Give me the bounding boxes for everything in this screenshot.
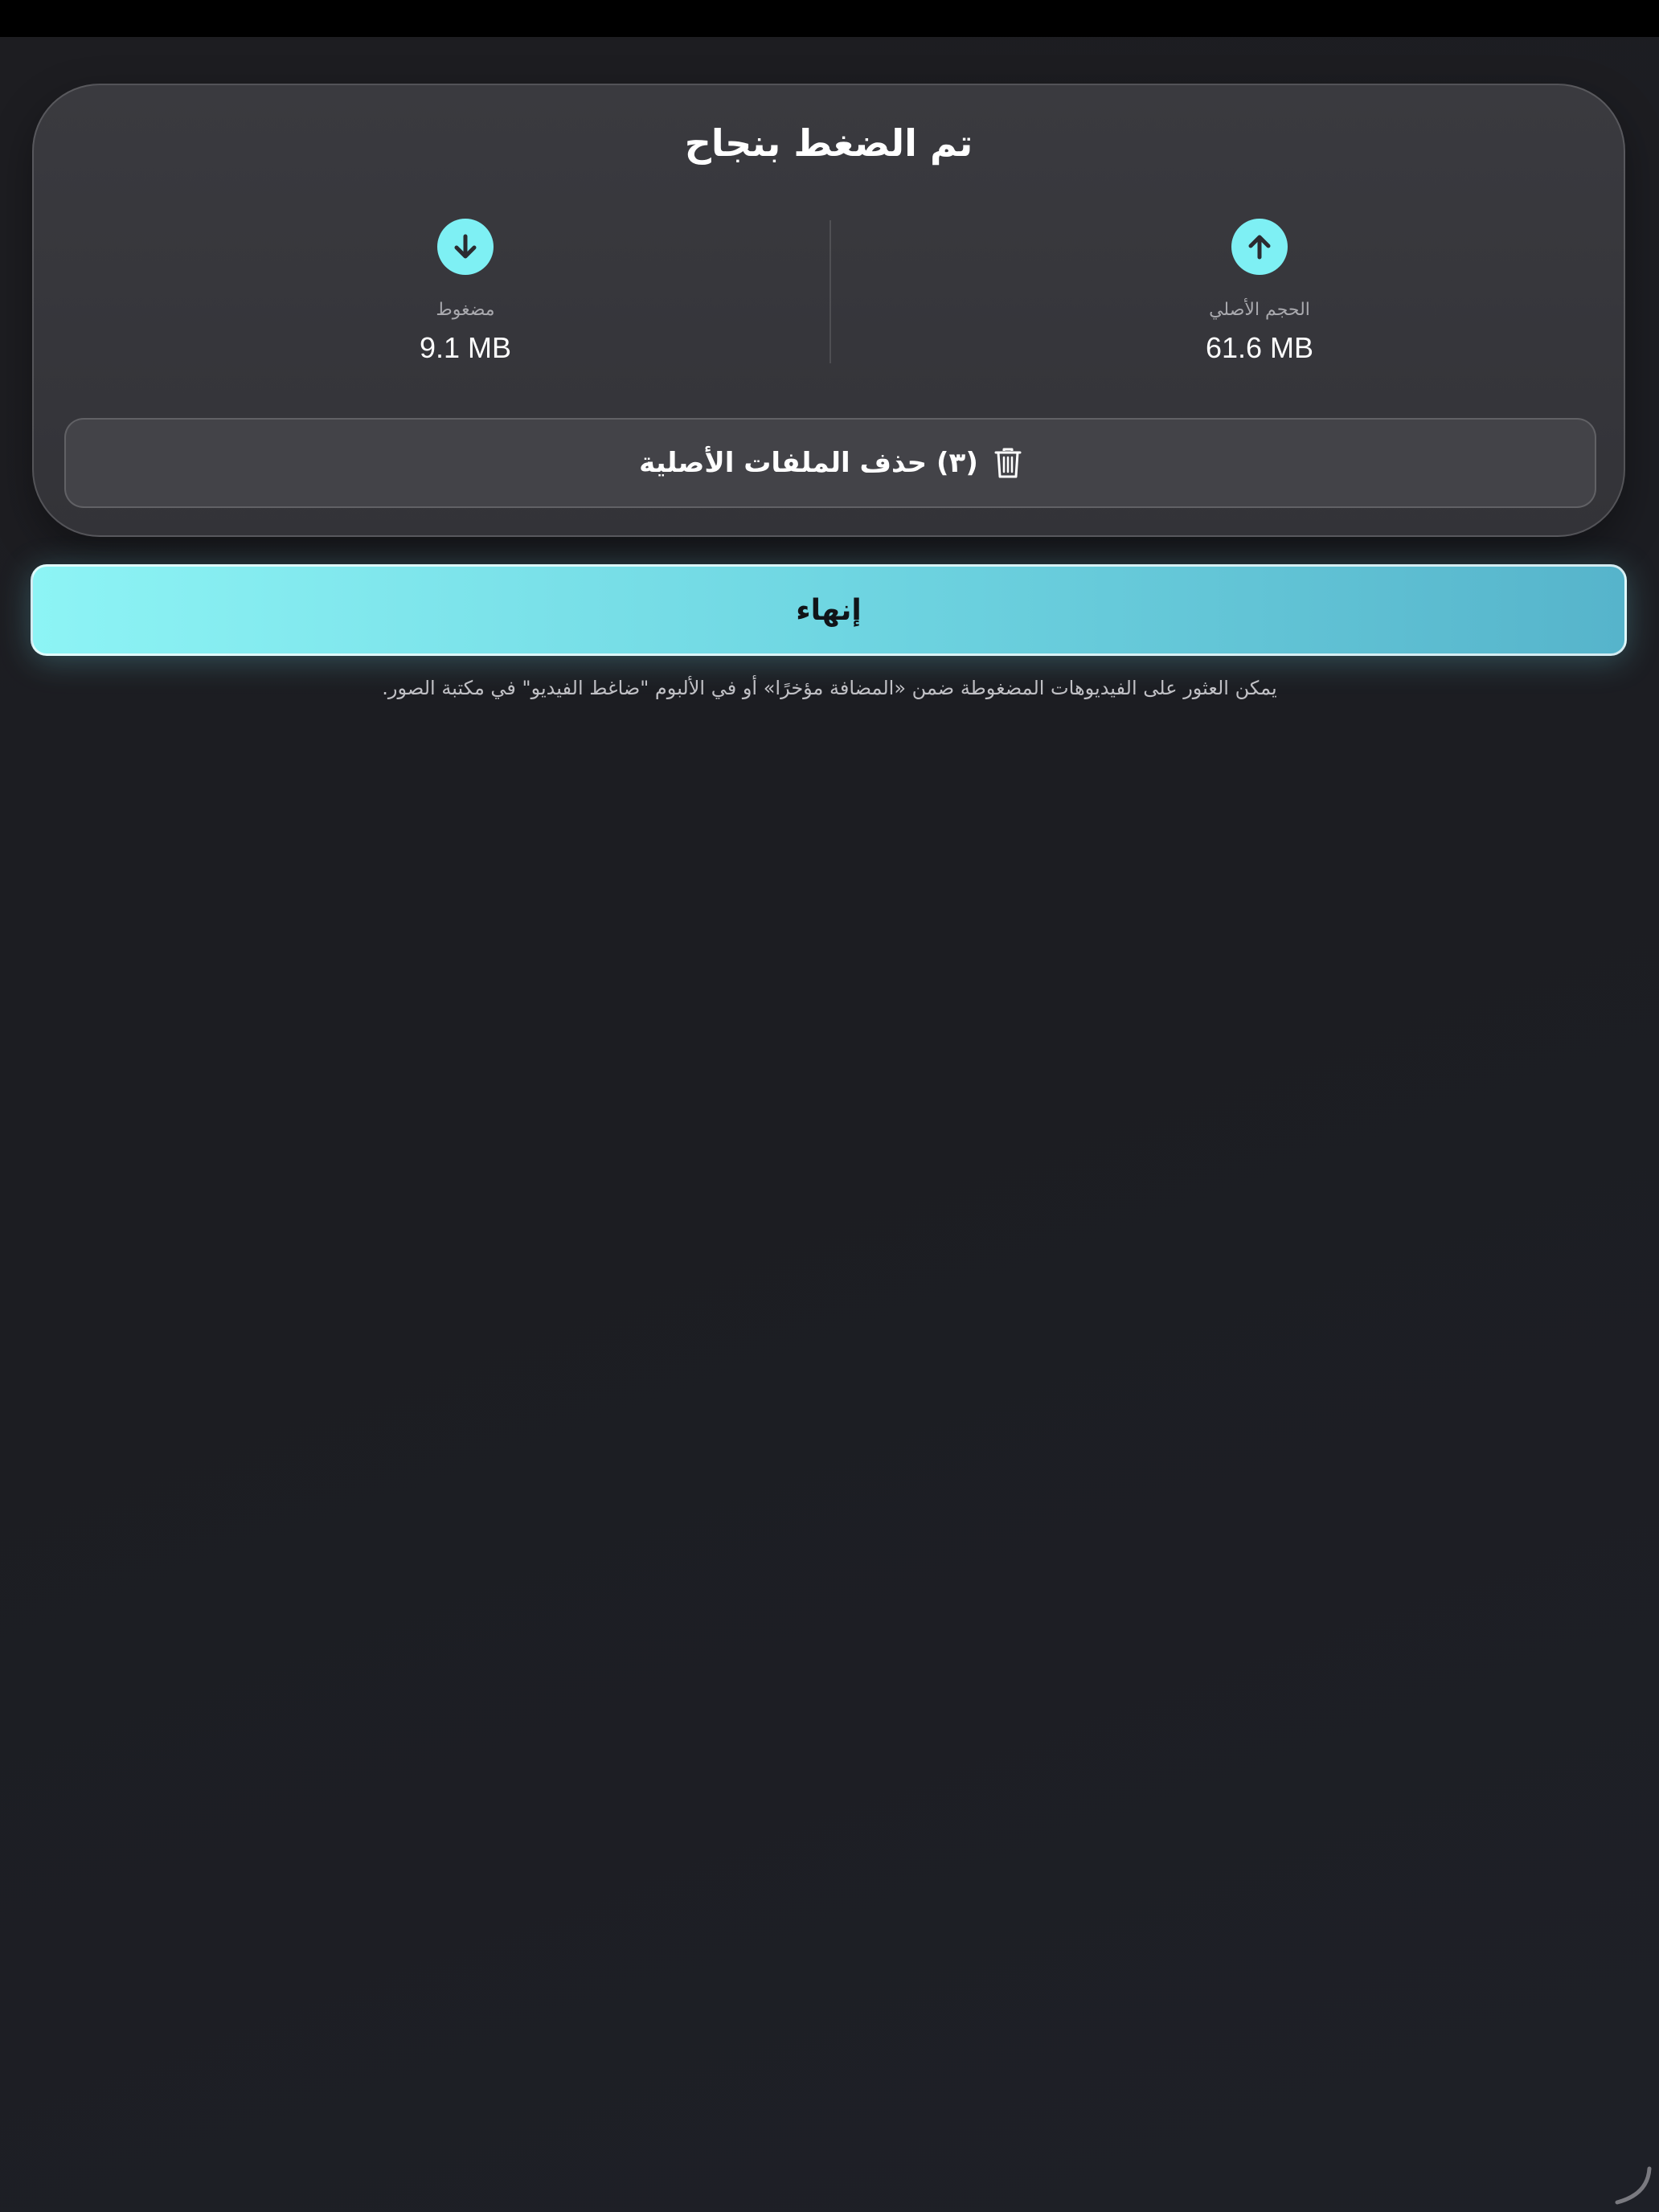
delete-originals-button[interactable]: (٣) حذف الملفات الأصلية — [64, 418, 1596, 508]
footer-note: يمكن العثور على الفيديوهات المضغوطة ضمن … — [382, 677, 1277, 699]
stat-divider — [830, 220, 831, 363]
arrow-down-icon — [437, 219, 494, 275]
original-size-stat: الحجم الأصلي 61.6 MB — [1018, 219, 1501, 379]
compressed-size-label: مضغوط — [436, 300, 495, 320]
original-size-value: 61.6 MB — [1205, 331, 1314, 364]
compressed-size-stat: مضغوط 9.1 MB — [224, 219, 707, 379]
trash-icon — [994, 447, 1022, 479]
resize-handle-icon[interactable] — [1612, 2165, 1653, 2206]
finish-label: إنهاء — [796, 593, 862, 627]
result-title: تم الضغط بنجاح — [684, 121, 973, 165]
compression-result-card: تم الضغط بنجاح الحجم الأصلي 61.6 MB مضغو… — [32, 84, 1625, 537]
compressed-size-value: 9.1 MB — [419, 331, 512, 364]
arrow-up-icon — [1231, 219, 1288, 275]
delete-originals-label: (٣) حذف الملفات الأصلية — [639, 447, 978, 479]
original-size-label: الحجم الأصلي — [1209, 300, 1310, 320]
finish-button[interactable]: إنهاء — [31, 564, 1627, 656]
status-bar — [0, 0, 1659, 37]
